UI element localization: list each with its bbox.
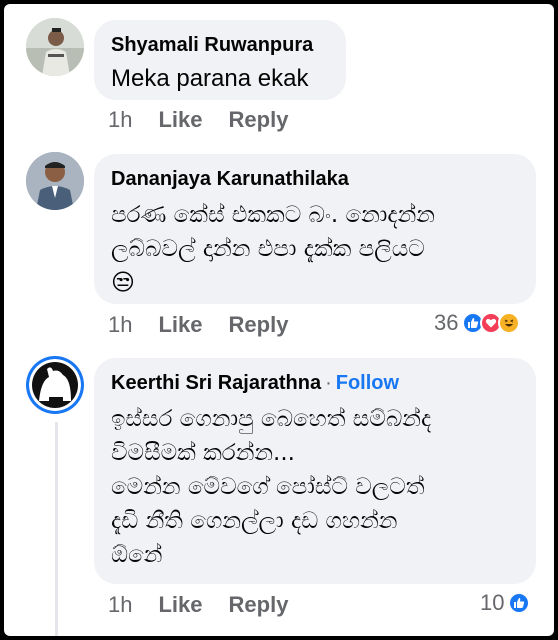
reaction-summary[interactable]: 36 — [434, 310, 521, 336]
like-icon — [508, 592, 531, 614]
comment-text: Meka parana ekak — [111, 65, 309, 92]
comment-bubble: Keerthi Sri Rajarathna · Follow ඉස්සර ගෙනා… — [94, 358, 536, 584]
author-name[interactable]: Shyamali Ruwanpura — [111, 32, 330, 58]
author-line: Keerthi Sri Rajarathna · Follow — [111, 370, 520, 396]
comment-line: මෙන්න මේවගේ පෝස්ට් වලටත් — [111, 474, 425, 500]
separator-dot: · — [325, 372, 332, 394]
comment-actions: 1h Like Reply — [108, 312, 314, 338]
avatar[interactable] — [26, 152, 84, 210]
haha-icon — [498, 312, 521, 334]
comment-line: 😒 — [111, 270, 135, 296]
comments-panel: Shyamali Ruwanpura Meka parana ekak 1h Li… — [4, 4, 554, 636]
comment-line: දැඩි නීති ගෙනල්ලා දඩ ගහන්න — [111, 508, 398, 534]
comment-line: විමසීමක් කරන්න... — [111, 440, 295, 466]
comment-line: ලබ්බවල් දාන්න එපා දැක්ක පලියට — [111, 236, 425, 262]
comment-bubble: Dananjaya Karunathilaka පරණ කේස් එකකට බං… — [94, 154, 536, 304]
timestamp[interactable]: 1h — [108, 312, 132, 337]
like-button[interactable]: Like — [158, 107, 202, 132]
comment-line: ඉස්සර ගෙනාපු බෙහෙත් සම්බන්ද — [111, 406, 432, 432]
comment-text: පරණ කේස් එකකට බං. නොදන්න ලබ්බවල් දාන්න එ… — [111, 198, 520, 300]
like-button[interactable]: Like — [158, 312, 202, 337]
reaction-summary[interactable]: 10 — [480, 590, 531, 616]
comment-text: ඉස්සර ගෙනාපු බෙහෙත් සම්බන්ද විමසීමක් කරන… — [111, 402, 520, 572]
thread-line — [55, 422, 58, 636]
comment-actions: 1h Like Reply — [108, 107, 314, 133]
comment-bubble: Shyamali Ruwanpura Meka parana ekak — [94, 20, 346, 100]
author-name[interactable]: Dananjaya Karunathilaka — [111, 166, 520, 192]
reply-button[interactable]: Reply — [229, 312, 289, 337]
timestamp[interactable]: 1h — [108, 107, 132, 132]
comment-line: පරණ කේස් එකකට බං. නොදන්න — [111, 202, 435, 228]
reply-button[interactable]: Reply — [229, 107, 289, 132]
comment-line: ඕනේ — [111, 542, 163, 568]
avatar[interactable] — [26, 356, 84, 414]
reaction-count: 36 — [434, 310, 459, 335]
author-name[interactable]: Keerthi Sri Rajarathna — [111, 372, 321, 394]
follow-button[interactable]: Follow — [336, 372, 399, 394]
reply-button[interactable]: Reply — [229, 592, 289, 617]
timestamp[interactable]: 1h — [108, 592, 132, 617]
comment-actions: 1h Like Reply — [108, 592, 314, 618]
reaction-count: 10 — [480, 590, 505, 615]
like-button[interactable]: Like — [158, 592, 202, 617]
avatar[interactable] — [26, 18, 84, 76]
